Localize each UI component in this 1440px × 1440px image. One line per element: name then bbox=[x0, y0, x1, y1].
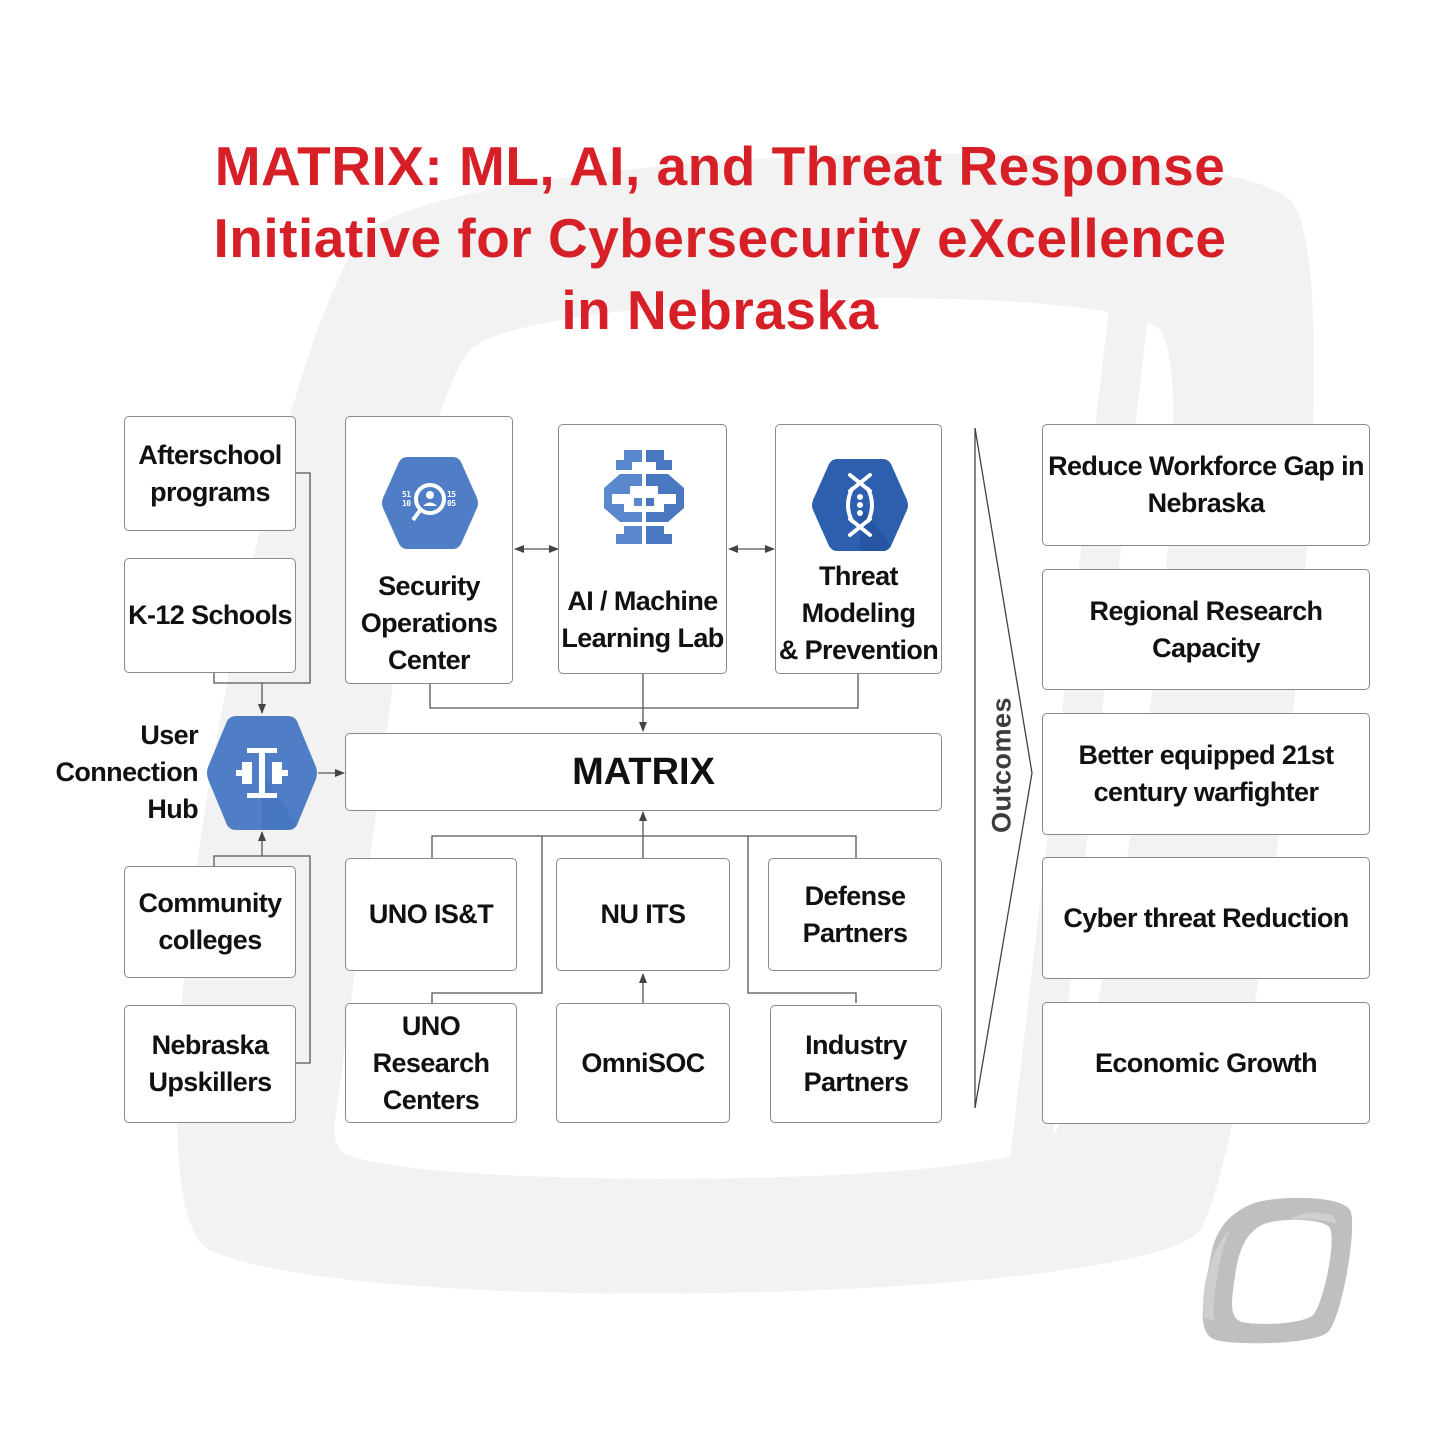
outcome-regional-research: Regional Research Capacity bbox=[1042, 569, 1370, 690]
outcome-label: Cyber threat Reduction bbox=[1063, 902, 1349, 933]
connector-community bbox=[213, 855, 262, 866]
outcome-label: Reduce Workforce Gap in Nebraska bbox=[1048, 451, 1364, 518]
security-operations-icon: 51 10 15 05 bbox=[382, 457, 478, 549]
brain-icon bbox=[604, 450, 684, 544]
user-group-afterschool: Afterschool programs bbox=[124, 416, 296, 531]
partner-label: Industry Partners bbox=[803, 1030, 909, 1097]
partner-omnisoc: OmniSOC bbox=[556, 1003, 730, 1123]
threat-modeling-icon bbox=[812, 459, 908, 551]
connection-hub-icon bbox=[207, 716, 317, 830]
partner-industry: Industry Partners bbox=[770, 1005, 942, 1123]
title-line-1: MATRIX: ML, AI, and Threat Response bbox=[214, 135, 1226, 197]
matrix-label: MATRIX bbox=[572, 750, 715, 793]
lab-label: Security Operations Center bbox=[360, 571, 498, 675]
matrix-core-box: MATRIX bbox=[345, 733, 942, 811]
user-group-label: K-12 Schools bbox=[128, 600, 292, 630]
lab-security-operations-center: 51 10 15 05 Security Operations Center bbox=[345, 416, 513, 684]
svg-text:10: 10 bbox=[402, 499, 411, 508]
connector-partners-top bbox=[431, 835, 857, 858]
partner-label: Defense Partners bbox=[802, 880, 908, 948]
user-group-label: Nebraska Upskillers bbox=[148, 1030, 272, 1097]
partner-label: UNO Research Centers bbox=[372, 1010, 490, 1115]
partner-nu-its: NU ITS bbox=[556, 858, 730, 971]
user-group-nebraska-upskillers: Nebraska Upskillers bbox=[124, 1005, 296, 1123]
user-group-label: Community colleges bbox=[138, 888, 282, 955]
page-title: MATRIX: ML, AI, and Threat Response Init… bbox=[0, 130, 1440, 346]
outcomes-heading: Outcomes bbox=[986, 696, 1017, 834]
university-logo-icon bbox=[1202, 1197, 1353, 1344]
outcome-label: Economic Growth bbox=[1094, 1047, 1318, 1078]
user-group-label: Afterschool programs bbox=[138, 439, 282, 507]
partner-label: OmniSOC bbox=[581, 1047, 705, 1078]
partner-uno-research-centers: UNO Research Centers bbox=[345, 1003, 517, 1123]
outcome-warfighter: Better equipped 21st century warfighter bbox=[1042, 713, 1370, 835]
outcome-economic-growth: Economic Growth bbox=[1042, 1002, 1370, 1124]
lab-label: AI / Machine Learning Lab bbox=[561, 586, 724, 653]
partner-label: UNO IS&T bbox=[368, 899, 494, 929]
lab-ai-machine-learning: AI / Machine Learning Lab bbox=[558, 424, 727, 674]
lab-threat-modeling-prevention: Threat Modeling & Prevention bbox=[775, 424, 942, 674]
outcome-workforce-gap: Reduce Workforce Gap in Nebraska bbox=[1042, 424, 1370, 546]
outcome-label: Better equipped 21st century warfighter bbox=[1078, 740, 1334, 807]
title-line-2: Initiative for Cybersecurity eXcellence bbox=[213, 207, 1227, 269]
hub-label: User Connection Hub bbox=[55, 720, 199, 824]
user-group-community-colleges: Community colleges bbox=[124, 866, 296, 978]
svg-text:15: 15 bbox=[447, 490, 456, 499]
connector-k12 bbox=[213, 673, 262, 684]
title-line-3: in Nebraska bbox=[561, 279, 879, 341]
partner-defense: Defense Partners bbox=[768, 858, 942, 971]
lab-label: Threat Modeling & Prevention bbox=[778, 561, 939, 665]
svg-text:51: 51 bbox=[402, 490, 411, 499]
partner-uno-ist: UNO IS&T bbox=[345, 858, 517, 971]
user-group-k12: K-12 Schools bbox=[124, 558, 296, 673]
outcome-label: Regional Research Capacity bbox=[1089, 595, 1324, 663]
partner-label: NU ITS bbox=[600, 899, 687, 929]
svg-text:05: 05 bbox=[447, 499, 456, 508]
outcome-cyber-threat-reduction: Cyber threat Reduction bbox=[1042, 857, 1370, 979]
